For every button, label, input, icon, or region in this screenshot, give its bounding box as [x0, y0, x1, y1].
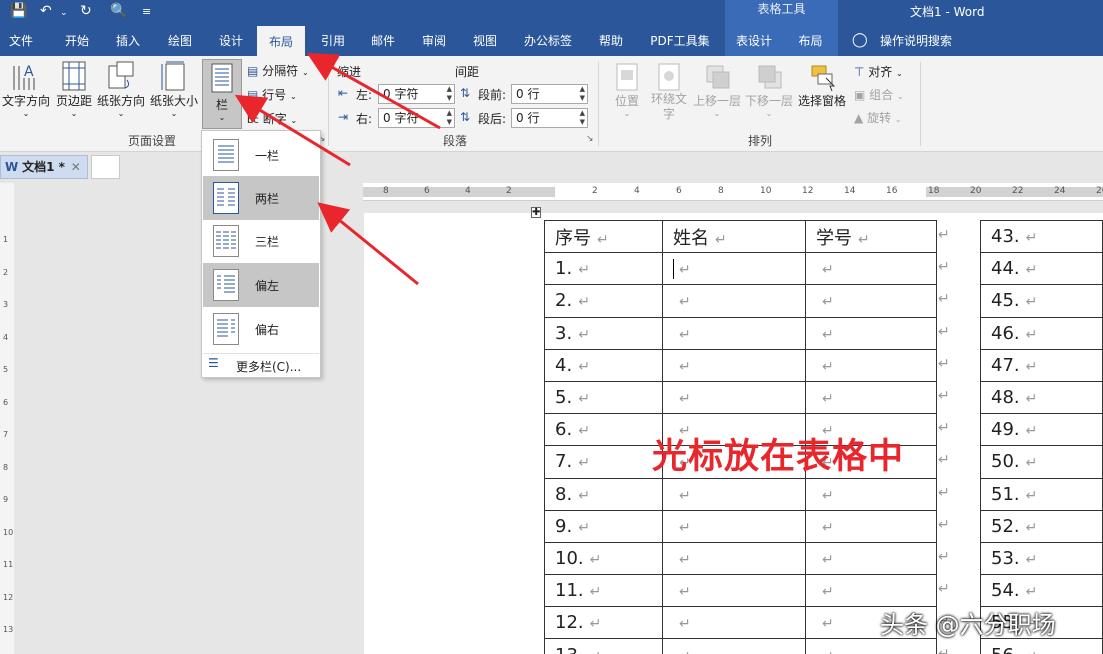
arrow-to-two-columns — [317, 202, 419, 286]
arrow-to-columns-button — [234, 94, 351, 167]
annotation-arrows — [234, 53, 441, 286]
watermark: 头条 @六分职场 — [880, 611, 1056, 639]
annotation-text: 光标放在表格中 — [652, 437, 905, 477]
arrow-to-layout-tab — [306, 53, 441, 130]
